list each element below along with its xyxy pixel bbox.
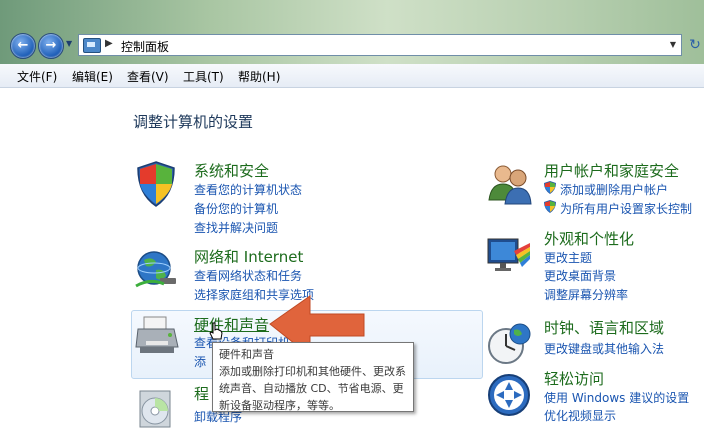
menu-bar: 文件(F) 编辑(E) 查看(V) 工具(T) 帮助(H) <box>0 64 704 88</box>
programs-disc-icon[interactable] <box>134 387 178 431</box>
control-panel-icon <box>83 38 101 53</box>
category-ease-of-access-title[interactable]: 轻松访问 <box>544 368 604 389</box>
link-optimize-display[interactable]: 优化视频显示 <box>544 407 616 424</box>
link-add-device[interactable]: 添 <box>194 353 206 370</box>
tooltip-title: 硬件和声音 <box>219 348 274 361</box>
uac-shield-icon <box>544 181 556 194</box>
link-network-status[interactable]: 查看网络状态和任务 <box>194 267 302 284</box>
uac-shield-icon <box>544 200 556 213</box>
menu-view[interactable]: 查看(V) <box>127 68 169 85</box>
link-change-keyboard-input[interactable]: 更改键盘或其他输入法 <box>544 340 664 357</box>
tooltip-hardware-sound: 硬件和声音 添加或删除打印机和其他硬件、更改系统声音、自动播放 CD、节省电源、… <box>212 342 414 412</box>
hand-cursor-icon <box>209 322 223 340</box>
ease-of-access-icon[interactable] <box>486 372 532 418</box>
back-arrow-icon[interactable]: ← <box>10 33 36 59</box>
address-bar[interactable]: ▶ 控制面板 ▼ <box>78 34 682 56</box>
clock-icon[interactable] <box>486 322 532 368</box>
menu-file[interactable]: 文件(F) <box>17 68 57 85</box>
breadcrumb-arrow-icon[interactable]: ▶ <box>105 38 113 49</box>
menu-edit[interactable]: 编辑(E) <box>72 68 113 85</box>
forward-arrow-icon[interactable]: → <box>38 33 64 59</box>
page-title: 调整计算机的设置 <box>133 113 254 131</box>
tooltip-description: 添加或删除打印机和其他硬件、更改系统声音、自动播放 CD、节省电源、更新设备驱动… <box>219 365 406 412</box>
network-globe-icon[interactable] <box>134 248 178 292</box>
link-backup-computer[interactable]: 备份您的计算机 <box>194 200 278 217</box>
category-programs-title[interactable]: 程 <box>194 383 209 404</box>
recent-pages-dropdown-icon[interactable]: ▼ <box>66 40 74 48</box>
breadcrumb-control-panel[interactable]: 控制面板 <box>121 38 169 55</box>
menu-tools[interactable]: 工具(T) <box>183 68 224 85</box>
category-clock-language-title[interactable]: 时钟、语言和区域 <box>544 317 664 338</box>
link-change-desktop-background[interactable]: 更改桌面背景 <box>544 267 616 284</box>
shield-icon[interactable] <box>134 160 178 208</box>
link-add-remove-accounts[interactable]: 添加或删除用户帐户 <box>560 181 668 198</box>
link-parental-controls[interactable]: 为所有用户设置家长控制 <box>560 200 692 217</box>
category-network-title[interactable]: 网络和 Internet <box>194 246 303 267</box>
category-system-security-title[interactable]: 系统和安全 <box>194 160 269 181</box>
link-change-theme[interactable]: 更改主题 <box>544 249 592 266</box>
users-icon[interactable] <box>487 160 533 208</box>
link-screen-resolution[interactable]: 调整屏幕分辨率 <box>544 286 628 303</box>
menu-help[interactable]: 帮助(H) <box>238 68 280 85</box>
category-appearance-title[interactable]: 外观和个性化 <box>544 228 634 249</box>
address-dropdown-icon[interactable]: ▼ <box>670 40 676 49</box>
category-user-accounts-title[interactable]: 用户帐户和家庭安全 <box>544 160 679 181</box>
category-hardware-sound-title[interactable]: 硬件和声音 <box>194 314 269 335</box>
link-view-computer-status[interactable]: 查看您的计算机状态 <box>194 181 302 198</box>
link-troubleshoot[interactable]: 查找并解决问题 <box>194 219 278 236</box>
printer-icon[interactable] <box>134 313 182 357</box>
link-recommended-settings[interactable]: 使用 Windows 建议的设置 <box>544 389 689 406</box>
appearance-icon[interactable] <box>486 233 532 277</box>
refresh-icon[interactable]: ↻ <box>686 35 704 55</box>
